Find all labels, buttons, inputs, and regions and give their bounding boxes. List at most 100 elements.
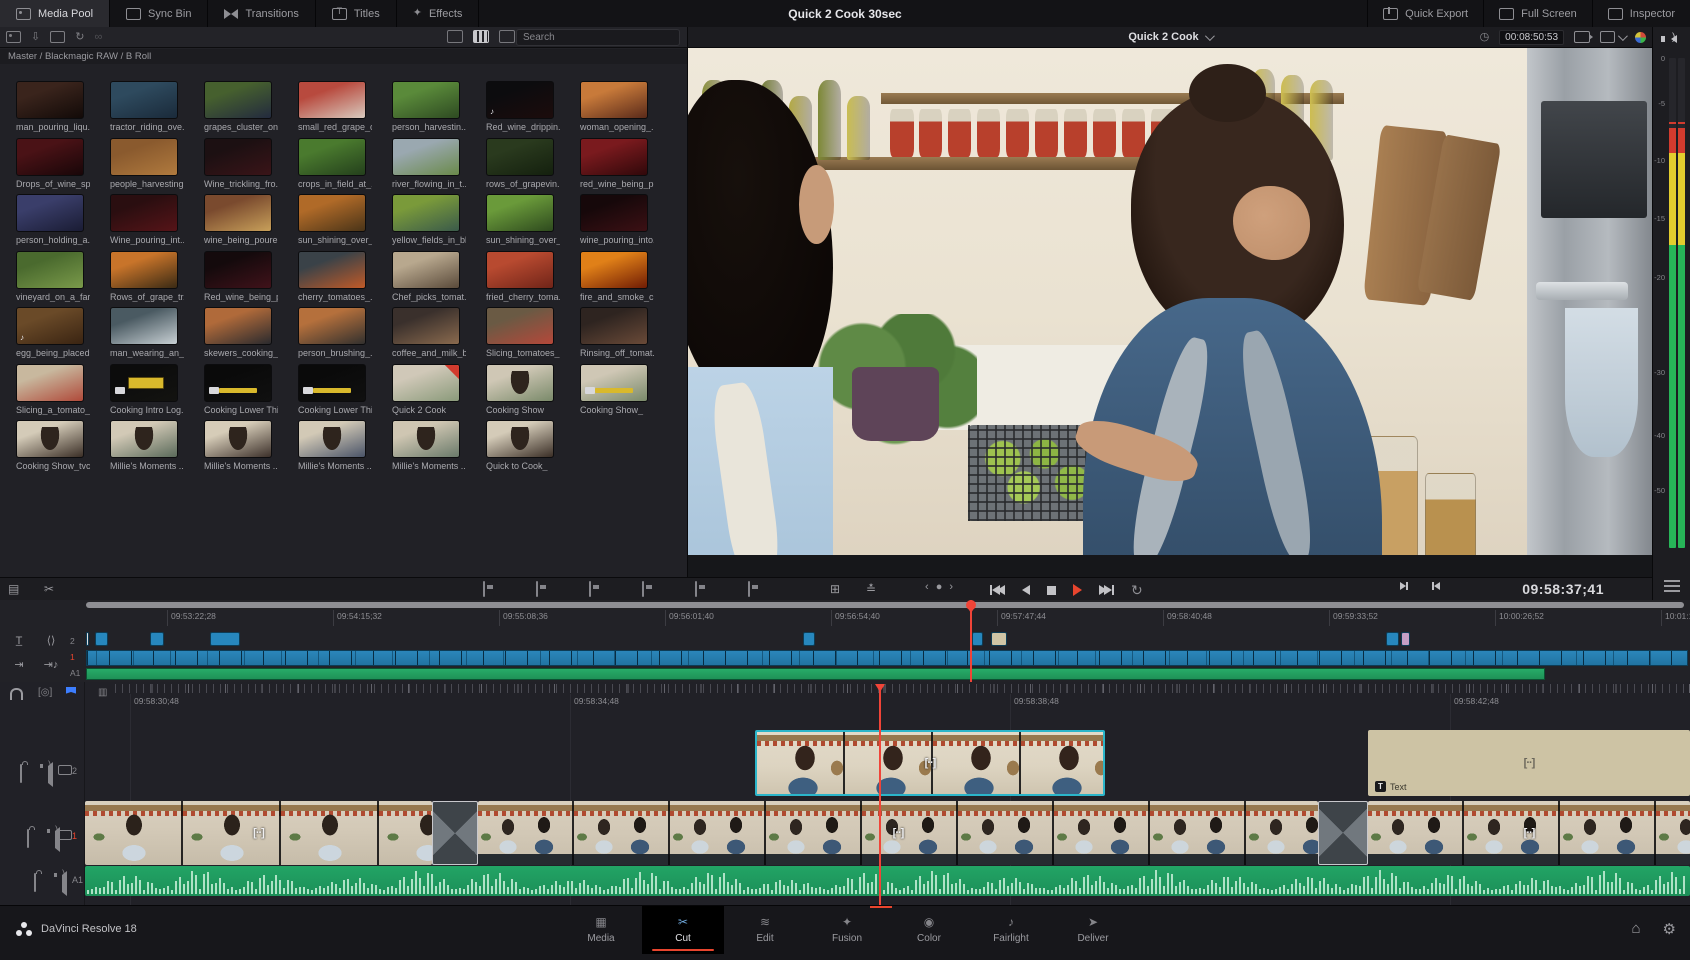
detail-ruler[interactable] <box>115 684 1690 693</box>
color-wheel-icon[interactable] <box>1635 31 1646 43</box>
toolbar-tab-media-pool[interactable]: Media Pool <box>0 0 111 27</box>
toolbar-tab-titles[interactable]: Titles <box>316 0 397 27</box>
lock-track1-icon[interactable] <box>27 829 29 848</box>
media-clip[interactable]: wine_pouring_into... <box>580 194 654 245</box>
action-full-screen[interactable]: Full Screen <box>1483 0 1592 27</box>
media-clip[interactable]: Cooking Lower Thi... <box>298 363 372 415</box>
media-clip[interactable]: man_wearing_an_... <box>110 307 184 358</box>
video2-clip[interactable]: [··] <box>755 730 1105 796</box>
mini-clip[interactable] <box>972 632 983 646</box>
media-clip[interactable]: tractor_riding_ove... <box>110 81 184 132</box>
close-up-icon[interactable] <box>642 581 644 597</box>
home-icon[interactable]: ⌂ <box>1631 920 1640 938</box>
sync-icon[interactable]: ↻ <box>75 31 84 43</box>
play-reverse-button[interactable] <box>1022 585 1030 595</box>
media-clip[interactable]: Millie's Moments ... <box>204 420 278 471</box>
media-clip[interactable]: ♪ egg_being_placed... <box>16 307 90 358</box>
strip-view-icon[interactable] <box>447 30 463 43</box>
action-inspector[interactable]: Inspector <box>1591 0 1690 27</box>
media-clip[interactable]: Cooking Show_tvc <box>16 420 90 471</box>
audio-clip[interactable] <box>85 866 1690 896</box>
mini-clip[interactable] <box>95 632 108 646</box>
toolbar-tab-transitions[interactable]: Transitions <box>208 0 316 27</box>
toolbar-tab-sync-bin[interactable]: Sync Bin <box>110 0 209 27</box>
media-clip[interactable]: crops_in_field_at_... <box>298 137 372 189</box>
media-clip[interactable]: fire_and_smoke_c... <box>580 250 654 302</box>
import-folder-icon[interactable] <box>50 31 66 43</box>
media-clip[interactable]: grapes_cluster_on... <box>204 81 278 132</box>
media-clip[interactable]: rows_of_grapevin... <box>486 137 560 189</box>
media-clip[interactable]: red_wine_being_p... <box>580 137 654 189</box>
media-clip[interactable]: person_brushing_... <box>298 307 372 358</box>
marker-range-icon[interactable]: [◎] <box>38 687 52 698</box>
title-clip[interactable]: [··] T Text <box>1368 730 1690 796</box>
media-clip[interactable]: Rows_of_grape_tr... <box>110 250 184 302</box>
media-clip[interactable]: river_flowing_in_t... <box>392 137 466 189</box>
media-clip[interactable]: yellow_fields_in_bl... <box>392 194 466 245</box>
video1-clip[interactable]: [··] <box>478 801 1318 865</box>
split-clip-icon[interactable]: ⇥ <box>10 658 28 672</box>
grid-view-icon[interactable] <box>473 30 489 43</box>
next-edit-icon[interactable] <box>1400 582 1408 590</box>
media-clip[interactable]: fried_cherry_toma... <box>486 250 560 302</box>
video1-clip[interactable]: [··] <box>1368 801 1690 865</box>
enable-track2-icon[interactable] <box>58 765 72 775</box>
media-clip[interactable]: Wine_pouring_int... <box>110 194 184 245</box>
lock-track2-icon[interactable] <box>20 764 22 783</box>
media-clip[interactable]: vineyard_on_a_far... <box>16 250 90 302</box>
mini-clip[interactable] <box>803 632 815 646</box>
media-clip[interactable]: Drops_of_wine_sp... <box>16 137 90 189</box>
loop-icon[interactable]: ↻ <box>1131 583 1143 597</box>
media-clip[interactable]: ♪ Red_wine_drippin... <box>486 81 560 132</box>
mini-clip[interactable] <box>86 632 89 646</box>
media-clip[interactable]: Cooking Lower Thi... <box>204 363 278 415</box>
source-timecode[interactable]: 00:08:50:53 <box>1499 29 1564 45</box>
media-clip[interactable]: cherry_tomatoes_... <box>298 250 372 302</box>
meter-menu-icon[interactable] <box>1664 580 1680 582</box>
media-clip[interactable]: Quick 2 Cook <box>392 363 460 415</box>
lock-audio-icon[interactable] <box>34 873 36 892</box>
page-tab-fairlight[interactable]: ♪ Fairlight <box>970 906 1052 954</box>
boring-detector-icon[interactable]: T̲ <box>10 634 28 648</box>
relink-icon[interactable]: ∞ <box>94 31 102 43</box>
media-clip[interactable]: Quick to Cook_ <box>486 420 554 471</box>
media-clip[interactable]: Red_wine_being_p... <box>204 250 278 302</box>
mini-clip[interactable] <box>210 632 240 646</box>
speaker-icon[interactable] <box>1661 32 1677 43</box>
media-clip[interactable]: man_pouring_liqu... <box>16 81 90 132</box>
mute-audio-icon[interactable] <box>62 871 67 896</box>
settings-icon[interactable]: ⚙ <box>1663 920 1676 938</box>
camera-icon[interactable] <box>1574 31 1593 43</box>
filmstrip-view-icon[interactable] <box>499 30 515 43</box>
page-tab-cut[interactable]: ✂ Cut <box>642 906 724 954</box>
action-quick-export[interactable]: Quick Export <box>1367 0 1483 27</box>
mini-audio-track[interactable] <box>86 668 1545 680</box>
tools-icon[interactable]: ⊞ <box>830 582 840 596</box>
search-input[interactable]: Search <box>516 29 680 46</box>
last-frame-button[interactable] <box>1099 585 1114 595</box>
mute-track2-icon[interactable] <box>48 762 53 787</box>
media-clip[interactable]: people_harvesting... <box>110 137 184 189</box>
media-clip[interactable]: Millie's Moments ... <box>392 420 466 471</box>
trim-mode-icon[interactable]: ⟨⟩ <box>42 634 60 648</box>
transition-clip[interactable] <box>1318 801 1368 865</box>
play-button[interactable] <box>1073 584 1082 596</box>
razor-icon[interactable]: ✂ <box>44 582 54 596</box>
ripple-overwrite-icon[interactable] <box>589 581 591 597</box>
mini-clip[interactable] <box>991 632 1007 646</box>
page-tab-color[interactable]: ◉ Color <box>888 906 970 954</box>
audio-trim-icon[interactable]: ⇥♪ <box>42 658 60 672</box>
overview-playhead[interactable] <box>966 600 976 682</box>
media-clip[interactable]: Slicing_tomatoes_... <box>486 307 560 358</box>
media-clip[interactable]: Slicing_a_tomato_... <box>16 363 90 415</box>
mini-clip[interactable] <box>1386 632 1399 646</box>
mini-clip[interactable] <box>1401 632 1410 646</box>
snap-icon[interactable] <box>10 688 23 700</box>
smart-insert-icon[interactable] <box>483 581 485 597</box>
timeline-options-icon[interactable]: ▤ <box>8 582 19 596</box>
append-icon[interactable] <box>536 581 538 597</box>
mini-clip[interactable] <box>150 632 164 646</box>
flag-icon[interactable] <box>66 687 76 694</box>
media-clip[interactable]: small_red_grape_c... <box>298 81 372 132</box>
timeline-scrollbar[interactable] <box>86 602 1684 608</box>
